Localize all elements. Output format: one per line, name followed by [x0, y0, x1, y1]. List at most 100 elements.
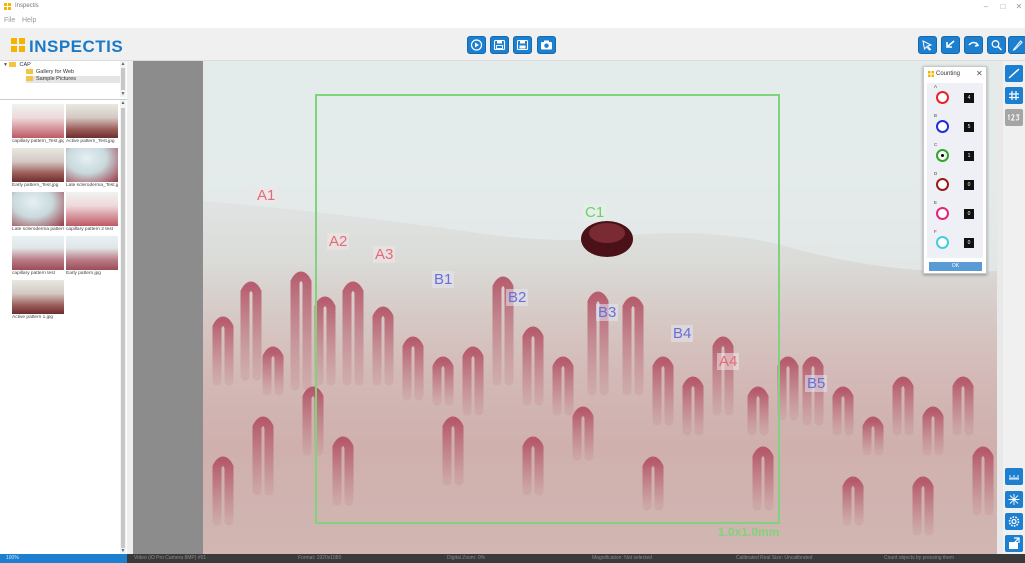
ok-button[interactable]: OK — [929, 262, 982, 271]
close-window-button[interactable]: ✕ — [1011, 1, 1025, 13]
count-marker-b2[interactable]: B2 — [506, 289, 529, 306]
maximize-button[interactable]: □ — [995, 1, 1011, 13]
counter-color-ring-icon[interactable] — [936, 207, 949, 220]
counter-color-ring-icon[interactable] — [936, 149, 949, 162]
thumbnail-caption: capillary pattern test — [12, 271, 55, 276]
tree-item-gallery[interactable]: Gallery for Web — [26, 69, 74, 76]
counter-row-b[interactable]: B5 — [927, 112, 983, 141]
minimize-button[interactable]: – — [978, 1, 994, 13]
count-marker-a2[interactable]: A2 — [327, 233, 350, 250]
menu-help[interactable]: Help — [22, 17, 36, 24]
count-marker-a1[interactable]: A1 — [255, 187, 278, 204]
thumbnail-item[interactable]: Late scleroderma pattern 3... — [12, 192, 64, 233]
count-marker-b1[interactable]: B1 — [432, 271, 455, 288]
thumbnail-image[interactable] — [66, 104, 118, 138]
thumbnail-item[interactable]: Active pattern 1.jpg — [12, 280, 64, 321]
capillary-loop — [892, 376, 914, 436]
counter-color-ring-icon[interactable] — [936, 236, 949, 249]
count-marker-a3[interactable]: A3 — [373, 246, 396, 263]
thumbnail-image[interactable] — [12, 104, 64, 138]
count-marker-a4[interactable]: A4 — [717, 353, 740, 370]
gallery-scrollbar[interactable]: ▲ ▼ — [120, 100, 126, 555]
thumbnail-item[interactable]: capillary pattern 2 test — [66, 192, 118, 233]
right-scrollbar[interactable] — [997, 61, 1003, 554]
scroll-thumb[interactable] — [121, 108, 125, 548]
thumbnail-image[interactable] — [66, 236, 118, 270]
right-toolbar — [997, 61, 1025, 554]
select-arrow-button[interactable] — [918, 36, 937, 54]
scroll-up-icon[interactable]: ▲ — [120, 100, 126, 106]
undo-button[interactable] — [941, 36, 960, 54]
capillary-loop — [922, 406, 944, 456]
export-button[interactable] — [1005, 535, 1023, 552]
counter-row-c[interactable]: C1 — [927, 141, 983, 170]
count-marker-b3[interactable]: B3 — [596, 304, 619, 321]
thumbnail-image[interactable] — [12, 236, 64, 270]
counter-color-ring-icon[interactable] — [936, 91, 949, 104]
count-marker-b4[interactable]: B4 — [671, 325, 694, 342]
window-title: Inspectis — [15, 3, 39, 9]
menu-file[interactable]: File — [4, 17, 15, 24]
format-status: Format: 1920x1080 — [298, 555, 342, 561]
tree-item-sample-pictures[interactable]: Sample Pictures — [26, 76, 120, 83]
thumbnail-image[interactable] — [66, 192, 118, 226]
capillary-loop — [252, 416, 274, 496]
counter-value: 1 — [964, 151, 974, 161]
counter-row-a[interactable]: A4 — [927, 83, 983, 112]
pen-button[interactable] — [1008, 36, 1025, 54]
line-tool-button[interactable] — [1005, 65, 1023, 82]
thumbnail-image[interactable] — [66, 148, 118, 182]
counter-row-e[interactable]: E0 — [927, 199, 983, 228]
search-button[interactable] — [987, 36, 1006, 54]
tree-scrollbar[interactable]: ▲ ▼ — [120, 61, 126, 97]
thumbnail-item[interactable]: Late scleroderma_Test.jpg — [66, 148, 118, 189]
counter-color-ring-icon[interactable] — [936, 178, 949, 191]
grid-button[interactable] — [1005, 87, 1023, 104]
thumbnail-image[interactable] — [12, 192, 64, 226]
thumbnail-image[interactable] — [12, 280, 64, 314]
play-button[interactable] — [467, 36, 486, 54]
counter-row-d[interactable]: D0 — [927, 170, 983, 199]
viewer-scrollbar[interactable] — [127, 61, 133, 554]
zoom-level: 100% — [0, 554, 127, 563]
capillary-loop — [212, 316, 234, 386]
close-icon[interactable]: ✕ — [976, 69, 983, 78]
thumbnail-item[interactable]: Early pattern_Test.jpg — [12, 148, 64, 189]
folder-icon — [9, 62, 17, 68]
capillary-loop — [212, 456, 234, 526]
tree-root[interactable]: ▼ CAP — [3, 62, 31, 69]
logo-mark-icon — [11, 38, 25, 52]
counter-row-f[interactable]: F0 — [927, 228, 983, 257]
scroll-down-icon[interactable]: ▼ — [120, 91, 126, 97]
count-marker-b5[interactable]: B5 — [805, 375, 828, 392]
undo-icon — [946, 40, 955, 48]
scroll-thumb[interactable] — [121, 68, 125, 90]
thumbnail-caption: capillary pattern 2 test — [66, 227, 113, 232]
redo-button[interactable] — [964, 36, 983, 54]
numbering-button[interactable] — [1005, 109, 1023, 126]
camera-button[interactable] — [537, 36, 556, 54]
counter-value: 5 — [964, 122, 974, 132]
counting-dialog: Counting ✕ A4B5C1D0E0F0 OK — [923, 66, 987, 274]
counter-color-ring-icon[interactable] — [936, 120, 949, 133]
thumbnail-item[interactable]: Early pattern.jpg — [66, 236, 118, 277]
pen-icon — [1012, 40, 1023, 51]
camera-status: Video (iO Pro Camera 8MP) #01 — [134, 555, 207, 561]
thumbnail-item[interactable]: capillary pattern_Test.jpg — [12, 104, 64, 145]
thumbnail-item[interactable]: Active pattern_Test.jpg — [66, 104, 118, 145]
ruler-button[interactable] — [1005, 468, 1023, 485]
measurement-roi[interactable] — [315, 94, 780, 524]
digital-zoom-status: Digital Zoom: 0% — [447, 555, 486, 561]
thumbnail-image[interactable] — [12, 148, 64, 182]
brightness-button[interactable] — [1005, 491, 1023, 508]
scroll-up-icon[interactable]: ▲ — [120, 61, 126, 67]
thumbnail-item[interactable]: capillary pattern test — [12, 236, 64, 277]
count-marker-c1[interactable]: C1 — [583, 204, 607, 221]
counting-title: Counting — [936, 71, 961, 77]
save-button[interactable] — [513, 36, 532, 54]
thumbnail-caption: Active pattern_Test.jpg — [66, 139, 115, 144]
capture-sequence-button[interactable] — [490, 36, 509, 54]
capillaroscopy-image[interactable]: 1.0x1.0mm A1 A2 A3 A4 B1 B2 B3 B4 B5 C1 — [203, 61, 997, 554]
settings-button[interactable] — [1005, 513, 1023, 530]
counter-value: 0 — [964, 238, 974, 248]
